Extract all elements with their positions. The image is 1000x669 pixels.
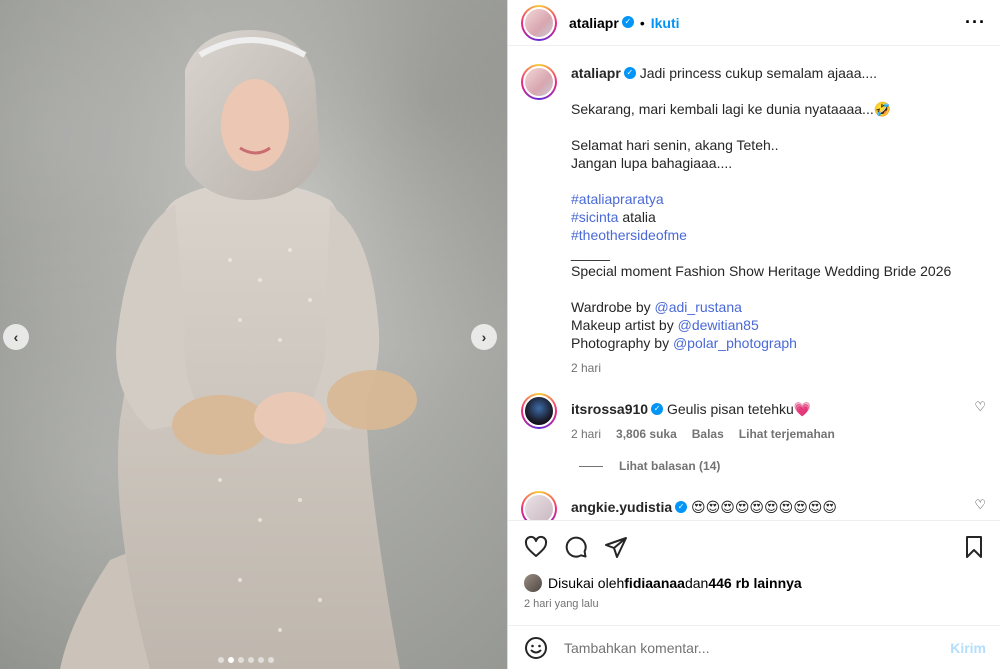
comment-text: 😍😍😍😍😍😍😍😍😍😍 — [691, 499, 837, 515]
comment-timestamp[interactable]: 2 hari — [571, 427, 601, 441]
credit-label: Photography by — [571, 335, 673, 351]
caption: ataliapr ✓ Jadi princess cukup semalam aj… — [521, 64, 986, 375]
previous-slide-button[interactable]: ‹ — [3, 324, 29, 350]
hashtag-suffix: atalia — [618, 209, 656, 225]
credit-label: Wardrobe by — [571, 299, 655, 315]
commenter-avatar[interactable] — [521, 491, 557, 520]
commenter-avatar[interactable] — [521, 393, 557, 429]
caption-timestamp[interactable]: 2 hari — [571, 361, 601, 375]
bookmark-save-icon[interactable] — [962, 535, 986, 559]
caption-username[interactable]: ataliapr — [571, 65, 621, 81]
reply-button[interactable]: Balas — [692, 427, 724, 441]
hashtag-link[interactable]: #theothersideofme — [571, 227, 687, 243]
mention-link[interactable]: @dewitian85 — [678, 317, 759, 333]
post-comment-button[interactable]: Kirim — [950, 640, 986, 656]
caption-line: Sekarang, mari kembali lagi ke dunia nya… — [571, 101, 892, 117]
post-side-panel: ataliapr ✓ • Ikuti ··· ataliapr ✓ Jadi pr… — [507, 0, 1000, 669]
slide-dot — [228, 657, 234, 663]
comments-section[interactable]: ataliapr ✓ Jadi princess cukup semalam aj… — [508, 46, 1000, 520]
likes-summary[interactable]: Disukai oleh fidiaanaa dan 446 rb lainny… — [524, 574, 986, 592]
add-comment-bar: Kirim — [508, 625, 1000, 669]
mention-link[interactable]: @adi_rustana — [655, 299, 742, 315]
likes-middle: dan — [684, 575, 709, 591]
mention-link[interactable]: @polar_photograph — [673, 335, 797, 351]
caption-line: Selamat hari senin, akang Teteh.. — [571, 137, 779, 153]
liker-username[interactable]: fidiaanaa — [624, 575, 685, 591]
slide-dot — [248, 657, 254, 663]
slide-indicator — [218, 657, 274, 663]
comment-like-heart-icon[interactable]: ♡ — [974, 393, 986, 415]
liker-avatar — [524, 574, 542, 592]
post-header: ataliapr ✓ • Ikuti ··· — [508, 0, 1000, 46]
hashtag-link[interactable]: #sicinta — [571, 209, 618, 225]
emoji-smiley-icon[interactable] — [524, 636, 548, 660]
caption-author-avatar[interactable] — [521, 64, 557, 100]
slide-dot — [238, 657, 244, 663]
see-translation-button[interactable]: Lihat terjemahan — [739, 427, 835, 441]
likes-count[interactable]: 446 rb lainnya — [708, 575, 801, 591]
caption-line: Jadi princess cukup semalam ajaaa.... — [639, 65, 878, 81]
view-replies-button[interactable]: Lihat balasan (14) — [579, 459, 986, 473]
chevron-right-icon: › — [481, 329, 487, 345]
comment-input[interactable] — [564, 639, 951, 656]
more-options-icon[interactable]: ··· — [965, 12, 986, 33]
chevron-left-icon: ‹ — [13, 329, 19, 345]
post-action-bar: Disukai oleh fidiaanaa dan 446 rb lainny… — [508, 520, 1000, 610]
likes-prefix: Disukai oleh — [548, 575, 625, 591]
bride-figure-illustration — [60, 30, 417, 669]
comment-item: angkie.yudistia ✓ 😍😍😍😍😍😍😍😍😍😍 ♡ — [521, 491, 986, 520]
slide-dot — [268, 657, 274, 663]
next-slide-button[interactable]: › — [471, 324, 497, 350]
slide-dot — [258, 657, 264, 663]
verified-badge-icon: ✓ — [621, 15, 634, 28]
verified-badge-icon: ✓ — [623, 67, 636, 80]
caption-line: Special moment Fashion Show Heritage Wed… — [571, 263, 952, 279]
author-username[interactable]: ataliapr — [569, 15, 619, 31]
verified-badge-icon: ✓ — [675, 501, 688, 514]
verified-badge-icon: ✓ — [651, 403, 664, 416]
follow-button[interactable]: Ikuti — [651, 15, 680, 31]
comment-text: Geulis pisan tetehku💗 — [666, 401, 812, 417]
caption-line: Jangan lupa bahagiaaa.... — [571, 155, 733, 171]
like-heart-icon[interactable] — [524, 535, 548, 559]
comment-item: itsrossa910 ✓ Geulis pisan tetehku💗 2 har… — [521, 393, 986, 441]
credit-label: Makeup artist by — [571, 317, 678, 333]
view-replies-label: Lihat balasan (14) — [619, 459, 721, 473]
comment-bubble-icon[interactable] — [564, 535, 588, 559]
commenter-username[interactable]: angkie.yudistia — [571, 499, 672, 515]
comment-like-heart-icon[interactable]: ♡ — [974, 491, 986, 513]
post-date[interactable]: 2 hari yang lalu — [524, 598, 986, 610]
hashtag-link[interactable]: #ataliapraratya — [571, 191, 664, 207]
caption-divider: _____ — [571, 245, 610, 261]
share-send-icon[interactable] — [604, 535, 628, 559]
separator-dot: • — [639, 14, 645, 31]
commenter-username[interactable]: itsrossa910 — [571, 401, 648, 417]
post-photo[interactable]: ‹ › — [0, 0, 507, 669]
comment-like-count[interactable]: 3,806 suka — [616, 427, 677, 441]
slide-dot — [218, 657, 224, 663]
author-avatar[interactable] — [521, 4, 557, 41]
